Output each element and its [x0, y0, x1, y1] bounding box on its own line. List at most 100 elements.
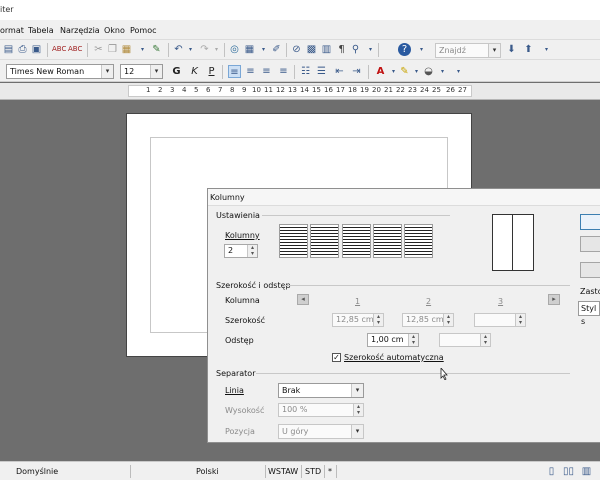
align-center-icon[interactable]: ≡	[244, 65, 257, 78]
undo-dropdown-icon[interactable]: ▾	[184, 43, 197, 56]
standard-toolbar: ▤ ⎙ ▣ ABC ABC ✂ ❐ ▦ ▾ ✎ ↶ ▾ ↷ ▾ ◎ ▦ ▾ ✐ …	[0, 40, 600, 60]
single-page-view-icon[interactable]: ▯	[545, 465, 558, 478]
dialog-titlebar[interactable]: Kolumny	[208, 189, 600, 206]
font-size-select[interactable]: 12 ▾	[120, 64, 163, 79]
line-style-select[interactable]: Brak ▾	[278, 383, 364, 398]
spinner-arrows-icon[interactable]: ▴ ▾	[373, 314, 383, 326]
toolbar-more-icon[interactable]: ▾	[540, 43, 553, 56]
toolbar-separator	[87, 43, 88, 57]
spacing2-spinner[interactable]: ▴ ▾	[439, 333, 491, 347]
cut-icon[interactable]: ✂	[92, 43, 105, 56]
chevron-down-icon[interactable]: ▾	[351, 384, 363, 397]
language-status[interactable]: Polski	[196, 467, 219, 476]
toolbar-more-icon[interactable]: ▾	[452, 65, 465, 78]
paste-dropdown-icon[interactable]: ▾	[136, 43, 149, 56]
preset-two-columns[interactable]	[310, 224, 339, 258]
align-right-icon[interactable]: ≡	[260, 65, 273, 78]
multi-page-view-icon[interactable]: ▯▯	[562, 465, 575, 478]
spinner-arrows-icon[interactable]: ▴ ▾	[408, 334, 418, 346]
toolbar-separator	[286, 43, 287, 57]
ok-button[interactable]	[580, 214, 600, 230]
find-replace-icon[interactable]: ⚲	[349, 43, 362, 56]
menu-window[interactable]: Okno	[104, 26, 125, 35]
page-style-status[interactable]: Domyślnie	[16, 467, 58, 476]
column3-width-spinner[interactable]: ▴ ▾	[474, 313, 526, 327]
column-next-icon[interactable]: ▸	[548, 294, 560, 305]
column1-width-spinner[interactable]: 12,85 cm ▴ ▾	[332, 313, 384, 327]
help-button[interactable]	[580, 262, 600, 278]
book-view-icon[interactable]: ▥	[580, 465, 593, 478]
column-label: Kolumna	[225, 296, 260, 305]
position-select[interactable]: U góry ▾	[278, 424, 364, 439]
spinner-arrows-icon[interactable]: ▴ ▾	[515, 314, 525, 326]
menu-format[interactable]: ormat	[0, 26, 24, 35]
insert-mode-status[interactable]: WSTAW	[268, 467, 298, 476]
window-title: iter	[0, 5, 14, 14]
toolbar-separator	[294, 65, 295, 79]
background-color-icon[interactable]: ◒	[422, 65, 435, 78]
align-left-icon[interactable]: ≡	[228, 65, 241, 78]
document-modified-status: *	[328, 467, 332, 476]
menu-help[interactable]: Pomoc	[130, 26, 157, 35]
data-sources-icon[interactable]: ▥	[320, 43, 333, 56]
hyperlink-icon[interactable]: ◎	[228, 43, 241, 56]
clone-format-icon[interactable]: ✎	[150, 43, 163, 56]
justify-icon[interactable]: ≡	[277, 65, 290, 78]
horizontal-ruler[interactable]: 1 2 3 4 5 6 7 8 9 10 11 12 13 14 15 16 1…	[0, 83, 600, 100]
autospellcheck-icon[interactable]: ABC	[68, 43, 82, 56]
column2-width-spinner[interactable]: 12,85 cm ▴ ▾	[402, 313, 454, 327]
spinner-arrows-icon[interactable]: ▴ ▾	[247, 245, 257, 257]
find-next-icon[interactable]: ⬇	[505, 43, 518, 56]
pdf-export-icon[interactable]: ▤	[2, 43, 15, 56]
menu-tools[interactable]: Narzędzia	[60, 26, 100, 35]
spinner-arrows-icon[interactable]: ▴ ▾	[480, 334, 490, 346]
find-previous-icon[interactable]: ⬆	[522, 43, 535, 56]
spacing-spinner[interactable]: 1,00 cm ▴ ▾	[367, 333, 419, 347]
formatting-marks-icon[interactable]: ¶	[335, 43, 348, 56]
toolbar-separator	[378, 43, 379, 57]
table-icon[interactable]: ▦	[243, 43, 256, 56]
table-dropdown-icon[interactable]: ▾	[257, 43, 270, 56]
decrease-indent-icon[interactable]: ⇤	[333, 65, 346, 78]
spinner-arrows-icon[interactable]: ▴ ▾	[353, 404, 363, 416]
selection-mode-status[interactable]: STD	[305, 467, 321, 476]
underline-icon[interactable]: P	[205, 65, 218, 78]
chevron-down-icon[interactable]: ▾	[488, 44, 500, 57]
bold-icon[interactable]: G	[170, 65, 183, 78]
font-color-icon[interactable]: A	[374, 65, 387, 78]
help-icon[interactable]: ?	[398, 43, 411, 56]
cancel-button[interactable]	[580, 236, 600, 252]
preset-two-columns-left-wide[interactable]	[373, 224, 402, 258]
navigator-icon[interactable]: ⊘	[290, 43, 303, 56]
columns-count-spinner[interactable]: 2 ▴ ▾	[224, 244, 258, 258]
print-icon[interactable]: ⎙	[16, 43, 29, 56]
auto-width-checkbox[interactable]: ✓	[332, 353, 341, 362]
bullets-icon[interactable]: ☰	[315, 65, 328, 78]
increase-indent-icon[interactable]: ⇥	[350, 65, 363, 78]
spinner-arrows-icon[interactable]: ▴ ▾	[443, 314, 453, 326]
spellcheck-icon[interactable]: ABC	[52, 43, 66, 56]
show-draw-functions-icon[interactable]: ✐	[270, 43, 283, 56]
find-input[interactable]: Znajdź ▾	[435, 43, 501, 58]
numbering-icon[interactable]: ☷	[299, 65, 312, 78]
copy-icon[interactable]: ❐	[106, 43, 119, 56]
menu-table[interactable]: Tabela	[28, 26, 54, 35]
print-preview-icon[interactable]: ▣	[30, 43, 43, 56]
background-dropdown-icon[interactable]: ▾	[436, 65, 449, 78]
preset-one-column[interactable]	[279, 224, 308, 258]
height-spinner[interactable]: 100 % ▴ ▾	[278, 403, 364, 417]
preset-two-columns-right-wide[interactable]	[404, 224, 433, 258]
font-name-select[interactable]: Times New Roman ▾	[6, 64, 114, 79]
italic-icon[interactable]: K	[188, 65, 201, 78]
preset-three-columns[interactable]	[342, 224, 371, 258]
chevron-down-icon[interactable]: ▾	[351, 425, 363, 438]
apply-to-select[interactable]: Styl s	[578, 301, 600, 326]
find-dropdown-icon[interactable]: ▾	[364, 43, 377, 56]
help-dropdown-icon[interactable]: ▾	[415, 43, 428, 56]
gallery-icon[interactable]: ▩	[305, 43, 318, 56]
column-previous-icon[interactable]: ◂	[297, 294, 309, 305]
redo-dropdown-icon[interactable]: ▾	[210, 43, 223, 56]
chevron-down-icon[interactable]: ▾	[101, 65, 113, 78]
chevron-down-icon[interactable]: ▾	[150, 65, 162, 78]
paste-icon[interactable]: ▦	[120, 43, 133, 56]
